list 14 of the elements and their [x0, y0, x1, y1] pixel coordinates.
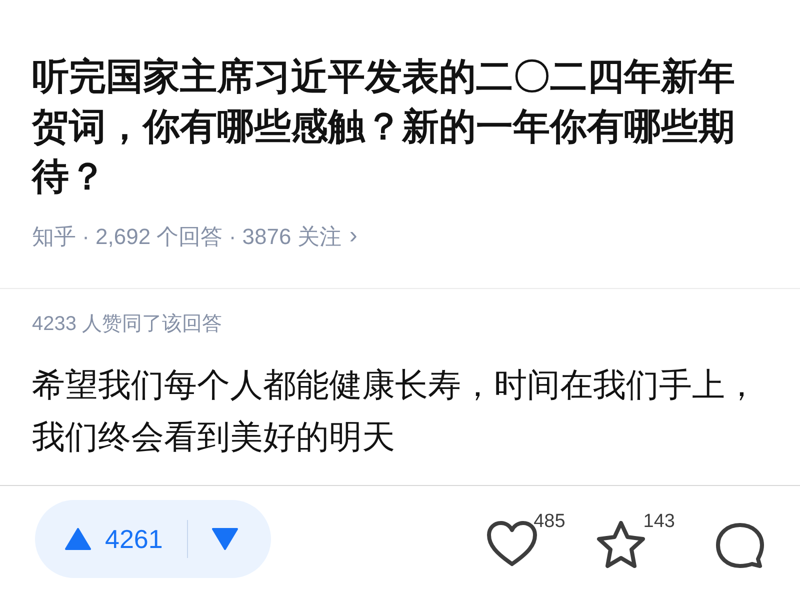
favorite-button[interactable]: 143 — [595, 508, 675, 570]
downvote-button[interactable] — [212, 528, 238, 550]
approval-count: 4233 人赞同了该回答 — [32, 312, 224, 337]
upvote-button[interactable]: 4261 — [65, 520, 163, 558]
favorite-count: 143 — [643, 510, 675, 534]
down-triangle-icon — [212, 528, 238, 550]
comment-button[interactable] — [715, 522, 765, 570]
like-count: 485 — [534, 510, 566, 534]
speech-bubble-icon — [715, 522, 765, 570]
up-triangle-icon — [65, 528, 91, 550]
like-button[interactable]: 485 — [486, 508, 566, 568]
answer-text[interactable]: 希望我们每个人都能健康长寿，时间在我们手上，我们终会看到美好的明天 — [32, 359, 772, 463]
question-meta: 知乎 · 2,692 个回答 · 3876 关注 — [32, 222, 342, 250]
question-title[interactable]: 听完国家主席习近平发表的二〇二四年新年贺词，你有哪些感触？新的一年你有哪些期待？ — [32, 52, 752, 202]
